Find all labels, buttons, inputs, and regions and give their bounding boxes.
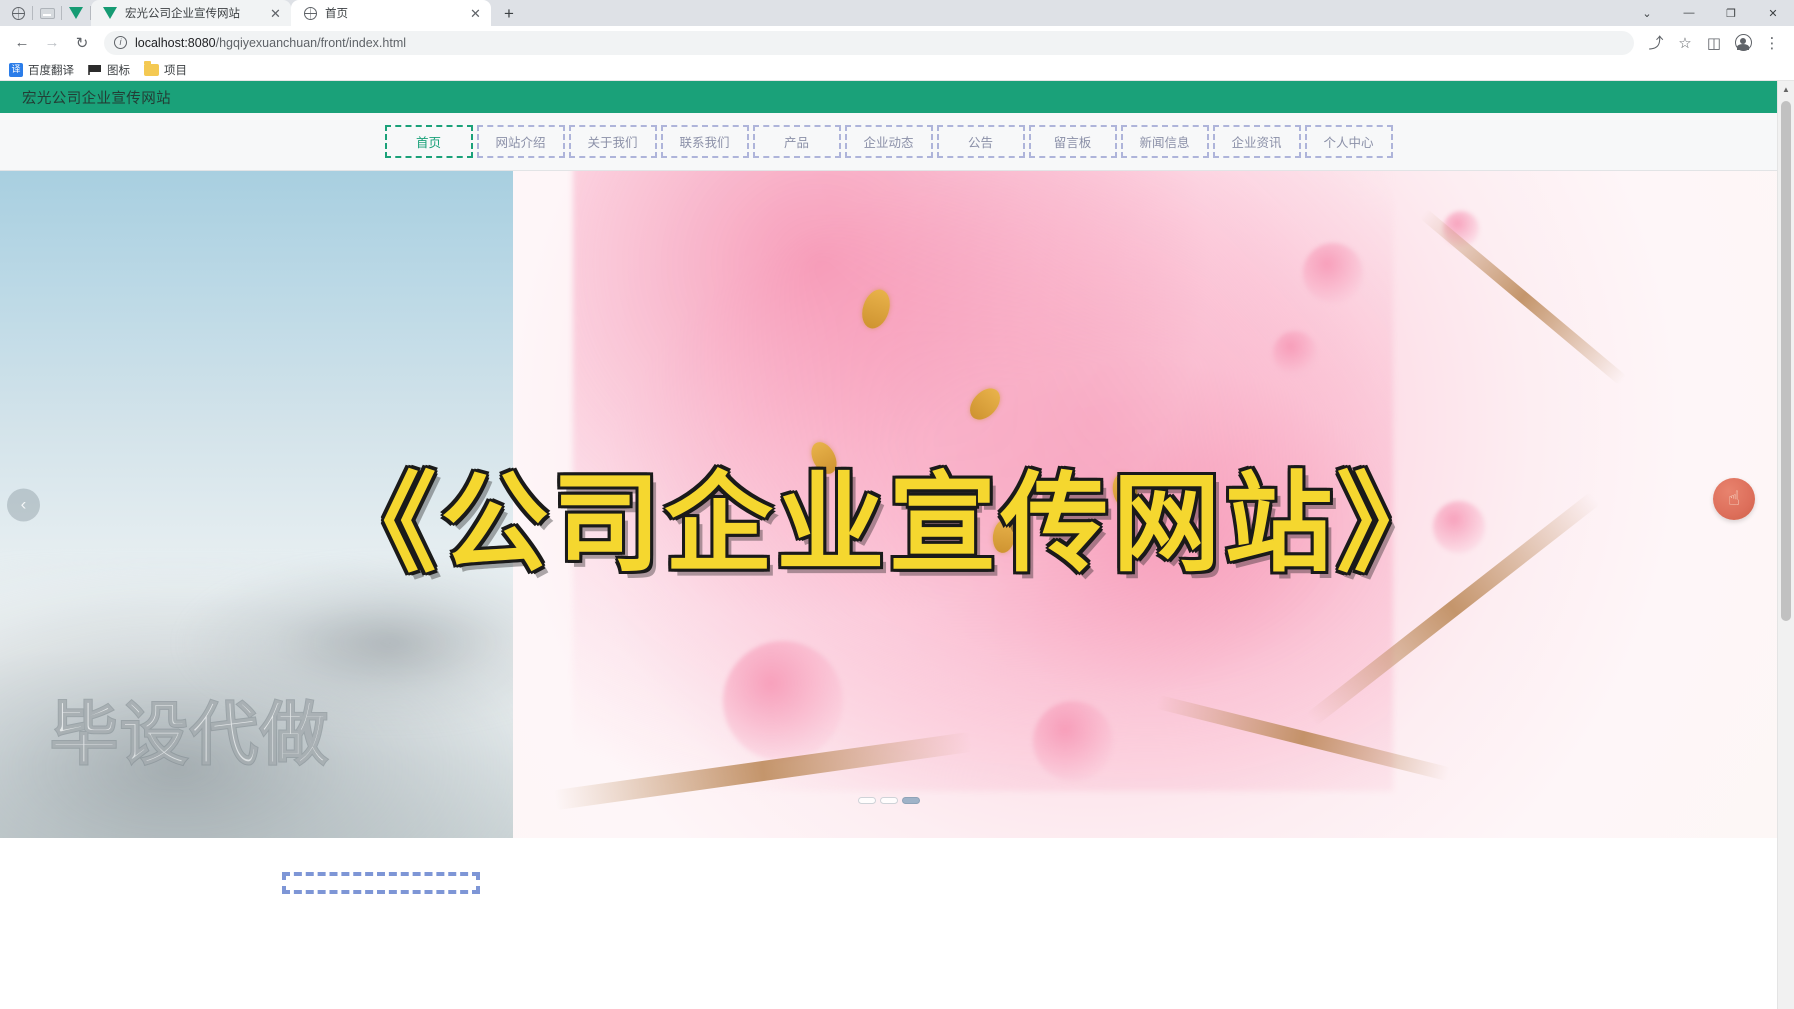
scroll-up-arrow-icon[interactable]: ▲	[1778, 81, 1794, 98]
nav-items-wrapper: 首页 网站介绍 关于我们 联系我们 产品 企业动态 公告 留言板 新闻信息 企业…	[383, 125, 1395, 158]
site-header: 宏光公司企业宣传网站	[0, 81, 1777, 113]
site-navigation: 首页 网站介绍 关于我们 联系我们 产品 企业动态 公告 留言板 新闻信息 企业…	[0, 113, 1777, 171]
close-icon[interactable]: ✕	[268, 6, 283, 21]
globe-icon	[10, 5, 26, 21]
globe-icon	[302, 5, 318, 21]
profile-icon[interactable]	[1729, 29, 1757, 57]
bookmark-project-folder[interactable]: 项目	[144, 60, 187, 78]
decorative-petal	[723, 641, 843, 761]
nav-item-label: 企业动态	[863, 136, 914, 150]
tab-title: 首页	[325, 8, 348, 20]
nav-item-label: 留言板	[1053, 136, 1092, 150]
pinned-chip-vue[interactable]	[62, 0, 90, 26]
chevron-left-icon: ‹	[20, 494, 27, 514]
bookmark-label: 图标	[107, 64, 130, 77]
close-window-button[interactable]: ✕	[1752, 0, 1794, 26]
pointing-hand-icon: ☝	[1727, 487, 1741, 510]
hero-title: 《公司企业宣传网站》	[328, 462, 1449, 587]
nav-item-products[interactable]: 产品	[752, 125, 841, 158]
vue-icon	[68, 5, 84, 21]
folder-icon	[144, 60, 159, 76]
page-viewport: 宏光公司企业宣传网站 首页 网站介绍 关于我们 联系我们 产品 企业动态 公告 …	[0, 81, 1794, 1009]
back-button[interactable]: ←	[8, 29, 36, 57]
forward-button[interactable]: →	[38, 29, 66, 57]
new-tab-button[interactable]: +	[496, 0, 522, 26]
bookmark-label: 项目	[164, 64, 187, 77]
hero-carousel[interactable]: 毕设代做 《公司企业宣传网站》 ‹ ☝	[0, 171, 1777, 838]
carousel-dot[interactable]	[879, 797, 898, 804]
share-icon[interactable]: ⤴	[1642, 29, 1670, 57]
decorative-branch	[1419, 208, 1627, 386]
minimize-button[interactable]: —	[1668, 0, 1710, 26]
below-hero-section	[0, 838, 1777, 928]
web-page: 宏光公司企业宣传网站 首页 网站介绍 关于我们 联系我们 产品 企业动态 公告 …	[0, 81, 1777, 1009]
side-panel-icon[interactable]: ◫	[1700, 29, 1728, 57]
browser-tab-1[interactable]: 宏光公司企业宣传网站 ✕	[91, 0, 291, 26]
flag-icon	[88, 63, 102, 76]
bookmark-label: 百度翻译	[28, 64, 74, 77]
toolbar-right-group: ⤴ ☆ ◫ ⋮	[1642, 29, 1786, 57]
nav-item-home[interactable]: 首页	[384, 125, 473, 158]
card-icon	[39, 5, 55, 21]
url-host: localhost:8080	[135, 35, 216, 50]
pinned-chip-card[interactable]	[33, 0, 61, 26]
carousel-prev-button[interactable]: ‹	[7, 488, 40, 521]
watermark-text: 毕设代做	[49, 695, 331, 776]
url-path: /hgqiyexuanchuan/front/index.html	[215, 35, 407, 50]
browser-toolbar: ← → ↻ i localhost:8080/hgqiyexuanchuan/f…	[0, 26, 1794, 59]
reload-button[interactable]: ↻	[68, 29, 96, 57]
vue-icon	[102, 5, 118, 21]
nav-item-announcements[interactable]: 公告	[936, 125, 1025, 158]
bookmark-icons[interactable]: 图标	[88, 62, 130, 78]
browser-window: 宏光公司企业宣传网站 ✕ 首页 ✕ + ⌄ — ❐ ✕ ← → ↻ i loca…	[0, 0, 1794, 1009]
nav-item-label: 联系我们	[679, 136, 730, 150]
nav-item-label: 首页	[415, 136, 441, 150]
nav-item-label: 个人中心	[1323, 136, 1374, 150]
address-bar[interactable]: i localhost:8080/hgqiyexuanchuan/front/i…	[104, 30, 1634, 55]
nav-item-label: 产品	[783, 136, 809, 150]
nav-item-contact-us[interactable]: 联系我们	[660, 125, 749, 158]
nav-item-company-news[interactable]: 企业动态	[844, 125, 933, 158]
carousel-dot[interactable]	[857, 797, 876, 804]
decorative-petal	[1273, 331, 1317, 375]
nav-item-message-board[interactable]: 留言板	[1028, 125, 1117, 158]
placeholder-dashed-box[interactable]	[282, 872, 480, 894]
decorative-petal	[1303, 243, 1363, 303]
floating-action-button[interactable]: ☝	[1713, 477, 1755, 520]
nav-item-news-info[interactable]: 新闻信息	[1120, 125, 1209, 158]
nav-item-enterprise-info[interactable]: 企业资讯	[1212, 125, 1301, 158]
nav-item-label: 企业资讯	[1231, 136, 1282, 150]
nav-item-label: 新闻信息	[1139, 136, 1190, 150]
carousel-indicators[interactable]	[852, 793, 926, 808]
tab-strip: 宏光公司企业宣传网站 ✕ 首页 ✕ + ⌄ — ❐ ✕	[0, 0, 1794, 26]
maximize-button[interactable]: ❐	[1710, 0, 1752, 26]
translate-icon: 译	[9, 62, 23, 77]
info-circle-icon[interactable]: i	[114, 36, 127, 49]
nav-item-label: 公告	[967, 136, 993, 150]
window-controls: ⌄ — ❐ ✕	[1626, 0, 1794, 26]
close-icon[interactable]: ✕	[468, 6, 483, 21]
url-text: localhost:8080/hgqiyexuanchuan/front/ind…	[135, 36, 406, 50]
decorative-petal	[1033, 701, 1113, 781]
browser-tab-2[interactable]: 首页 ✕	[291, 0, 491, 26]
nav-item-personal-center[interactable]: 个人中心	[1304, 125, 1393, 158]
nav-item-label: 关于我们	[587, 136, 638, 150]
tab-title: 宏光公司企业宣传网站	[125, 8, 240, 20]
bookmarks-bar: 译 百度翻译 图标 项目	[0, 59, 1794, 81]
page-scrollbar[interactable]: ▲	[1777, 81, 1794, 1009]
carousel-dot-active[interactable]	[901, 797, 920, 804]
nav-item-label: 网站介绍	[495, 136, 546, 150]
nav-item-site-intro[interactable]: 网站介绍	[476, 125, 565, 158]
page-title: 宏光公司企业宣传网站	[22, 90, 171, 107]
bookmark-star-icon[interactable]: ☆	[1671, 29, 1699, 57]
browser-menu-icon[interactable]: ⋮	[1758, 29, 1786, 57]
tab-search-chevron-down-icon[interactable]: ⌄	[1626, 0, 1668, 26]
nav-item-about-us[interactable]: 关于我们	[568, 125, 657, 158]
scrollbar-thumb[interactable]	[1781, 101, 1791, 621]
pinned-chip-globe[interactable]	[4, 0, 32, 26]
bookmark-baidu-translate[interactable]: 译 百度翻译	[9, 62, 74, 78]
